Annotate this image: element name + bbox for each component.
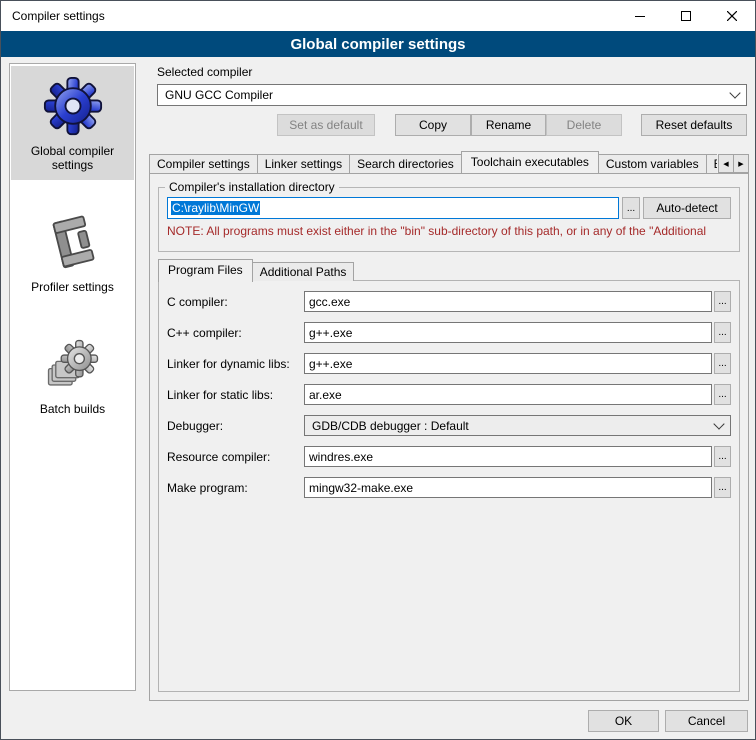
resource-compiler-label: Resource compiler:: [167, 450, 304, 464]
main-panel: Selected compiler GNU GCC Compiler Set a…: [149, 63, 749, 705]
close-button[interactable]: [709, 1, 755, 31]
resource-compiler-browse-button[interactable]: ...: [714, 446, 731, 467]
cpp-compiler-browse-button[interactable]: ...: [714, 322, 731, 343]
tab-compiler-settings[interactable]: Compiler settings: [149, 154, 258, 173]
install-dir-note: NOTE: All programs must exist either in …: [167, 224, 739, 238]
tab-custom-variables[interactable]: Custom variables: [598, 154, 707, 173]
c-compiler-browse-button[interactable]: ...: [714, 291, 731, 312]
resource-compiler-input[interactable]: [304, 446, 712, 467]
tab-scroll-arrows: ◀ ▶: [719, 154, 749, 173]
make-program-input[interactable]: [304, 477, 712, 498]
compiler-gear-icon: [43, 76, 103, 136]
subtab-program-files[interactable]: Program Files: [158, 259, 253, 282]
tab-toolchain-executables[interactable]: Toolchain executables: [461, 151, 599, 173]
compiler-settings-dialog: Compiler settings Global compiler settin…: [0, 0, 756, 740]
static-linker-input[interactable]: [304, 384, 712, 405]
field-row-debugger: Debugger: GDB/CDB debugger : Default: [167, 415, 731, 436]
copy-button[interactable]: Copy: [395, 114, 471, 136]
debugger-value: GDB/CDB debugger : Default: [312, 419, 469, 433]
toolchain-executables-panel: Compiler's installation directory C:\ray…: [149, 173, 749, 701]
batch-builds-icon: [44, 336, 102, 394]
sidebar-item-batch-builds[interactable]: Batch builds: [11, 326, 134, 424]
sidebar-item-label: Batch builds: [40, 402, 105, 416]
selected-compiler-label: Selected compiler: [157, 65, 252, 79]
reset-defaults-button[interactable]: Reset defaults: [641, 114, 747, 136]
field-row-cpp-compiler: C++ compiler: ...: [167, 322, 731, 343]
dynamic-linker-label: Linker for dynamic libs:: [167, 357, 304, 371]
install-dir-input[interactable]: C:\raylib\MinGW: [167, 197, 619, 219]
rename-button[interactable]: Rename: [471, 114, 546, 136]
c-compiler-label: C compiler:: [167, 295, 304, 309]
tab-scroll-left-button[interactable]: ◀: [718, 154, 734, 173]
set-as-default-button[interactable]: Set as default: [277, 114, 375, 136]
install-dir-value: C:\raylib\MinGW: [171, 201, 260, 215]
ok-button[interactable]: OK: [588, 710, 659, 732]
window-title: Compiler settings: [1, 9, 105, 23]
maximize-icon: [681, 11, 691, 21]
debugger-dropdown[interactable]: GDB/CDB debugger : Default: [304, 415, 731, 436]
sidebar-item-label: Profiler settings: [31, 280, 114, 294]
title-bar: Compiler settings: [1, 1, 755, 31]
delete-button[interactable]: Delete: [546, 114, 622, 136]
tab-search-directories[interactable]: Search directories: [349, 154, 462, 173]
make-program-browse-button[interactable]: ...: [714, 477, 731, 498]
subtab-additional-paths[interactable]: Additional Paths: [252, 262, 355, 281]
make-program-label: Make program:: [167, 481, 304, 495]
tab-build-options[interactable]: Buil: [706, 154, 717, 173]
sidebar-item-profiler-settings[interactable]: Profiler settings: [11, 204, 134, 302]
install-dir-group-title: Compiler's installation directory: [165, 180, 339, 195]
c-compiler-input[interactable]: [304, 291, 712, 312]
install-dir-row: C:\raylib\MinGW ... Auto-detect: [167, 197, 731, 219]
selected-compiler-value: GNU GCC Compiler: [165, 88, 273, 102]
install-dir-browse-button[interactable]: ...: [622, 197, 640, 219]
sidebar-item-global-compiler-settings[interactable]: Global compiler settings: [11, 66, 134, 180]
close-icon: [727, 11, 737, 21]
cpp-compiler-label: C++ compiler:: [167, 326, 304, 340]
tab-linker-settings[interactable]: Linker settings: [257, 154, 350, 173]
tabs-strip: Compiler settings Linker settings Search…: [149, 151, 717, 173]
chevron-down-icon: [713, 418, 724, 429]
field-row-resource-compiler: Resource compiler: ...: [167, 446, 731, 467]
program-files-tabbar: Program Files Additional Paths: [158, 259, 353, 281]
minimize-icon: [635, 11, 645, 21]
debugger-label: Debugger:: [167, 419, 304, 433]
field-row-dynamic-linker: Linker for dynamic libs: ...: [167, 353, 731, 374]
sidebar-item-label: Global compiler settings: [13, 144, 132, 172]
window-controls: [617, 1, 755, 31]
chevron-down-icon: [729, 87, 740, 98]
tab-scroll-right-button[interactable]: ▶: [733, 154, 749, 173]
cpp-compiler-input[interactable]: [304, 322, 712, 343]
install-dir-group: Compiler's installation directory C:\ray…: [158, 187, 740, 252]
minimize-button[interactable]: [617, 1, 663, 31]
program-files-panel: C compiler: ... C++ compiler: ... Linker…: [158, 280, 740, 692]
static-linker-label: Linker for static libs:: [167, 388, 304, 402]
auto-detect-button[interactable]: Auto-detect: [643, 197, 731, 219]
field-row-make-program: Make program: ...: [167, 477, 731, 498]
settings-sidebar: Global compiler settings Profiler settin…: [9, 63, 136, 691]
dialog-header-title: Global compiler settings: [290, 36, 465, 53]
settings-tabbar: Compiler settings Linker settings Search…: [149, 151, 749, 173]
selected-compiler-dropdown[interactable]: GNU GCC Compiler: [157, 84, 747, 106]
static-linker-browse-button[interactable]: ...: [714, 384, 731, 405]
field-row-c-compiler: C compiler: ...: [167, 291, 731, 312]
cancel-button[interactable]: Cancel: [665, 710, 748, 732]
dialog-header: Global compiler settings: [1, 31, 755, 57]
maximize-button[interactable]: [663, 1, 709, 31]
dynamic-linker-input[interactable]: [304, 353, 712, 374]
field-row-static-linker: Linker for static libs: ...: [167, 384, 731, 405]
dynamic-linker-browse-button[interactable]: ...: [714, 353, 731, 374]
profiler-icon: [44, 214, 102, 272]
